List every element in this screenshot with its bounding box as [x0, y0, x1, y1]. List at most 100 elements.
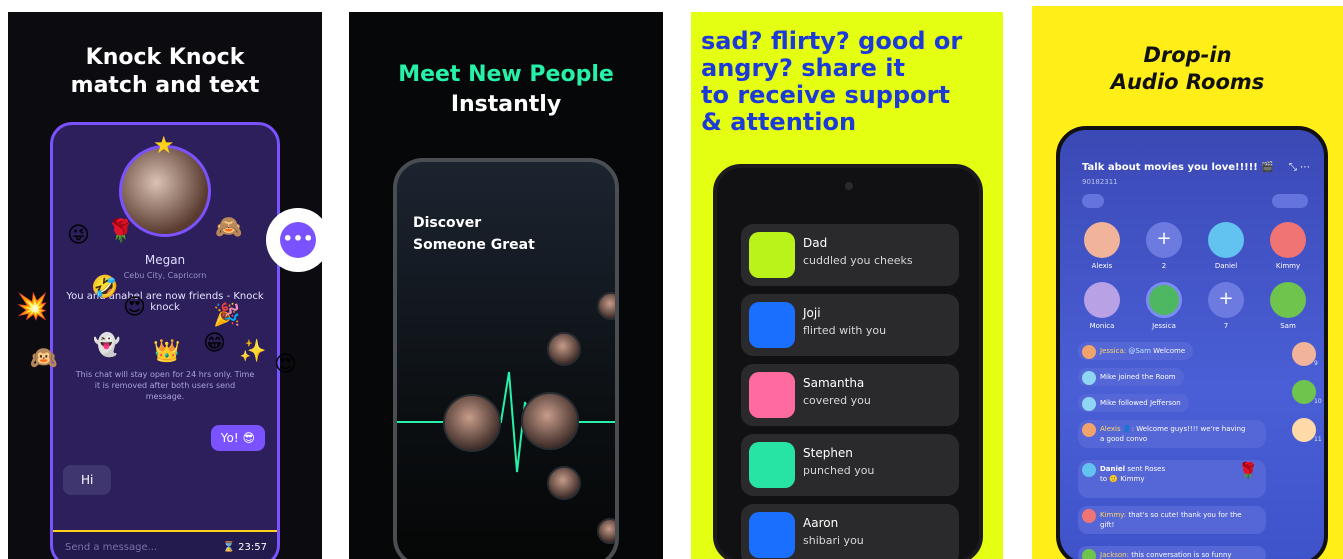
gift-message: Daniel sent Roses to 🙂 Kimmy 🌹: [1078, 460, 1266, 498]
discover-line-2: Someone Great: [413, 237, 535, 253]
chat-info: This chat will stay open for 24 hrs only…: [73, 369, 257, 402]
speaker-name: Jessica: [1152, 322, 1176, 330]
activity-card[interactable]: Joji flirted with you: [741, 294, 959, 356]
message-text: sent Roses: [1127, 465, 1166, 473]
phone-chat-screen: ★ Megan Cebu City, Capricorn You and ana…: [50, 122, 280, 559]
activity-card[interactable]: Stephen punched you: [741, 434, 959, 496]
message-user: Daniel: [1100, 465, 1126, 473]
chat-button[interactable]: •••: [266, 208, 322, 272]
card-name: Aaron: [803, 516, 839, 530]
profile-photo[interactable]: [597, 518, 615, 544]
add-speaker-button[interactable]: +: [1208, 282, 1244, 318]
chat-message: Jessica: @Sam Welcome: [1078, 342, 1194, 360]
activity-card[interactable]: Samantha covered you: [741, 364, 959, 426]
message-text: Welcome: [1153, 347, 1186, 355]
speaker-avatar[interactable]: [1146, 282, 1182, 318]
sent-message-bubble[interactable]: Yo! 😎: [210, 425, 265, 451]
activity-card[interactable]: Aaron shibari you: [741, 504, 959, 559]
avatar: [1082, 423, 1096, 437]
profile-photo[interactable]: [521, 392, 579, 450]
listener-count: 9: [1314, 360, 1318, 367]
discover-line-1: Discover: [413, 215, 482, 231]
avatar: [749, 372, 795, 418]
chat-info-line-2: it is removed after both users send: [94, 381, 236, 390]
avatar: [749, 442, 795, 488]
message-user: Jessica:: [1100, 347, 1127, 355]
discover-title: Discover Someone Great: [413, 212, 535, 256]
avatar: [1082, 397, 1096, 411]
mic-button[interactable]: [1082, 194, 1104, 208]
avatar: [749, 232, 795, 278]
party-icon: 🎉: [213, 303, 241, 328]
message-input[interactable]: Send a message...: [65, 542, 157, 553]
mention-link[interactable]: @Sam: [1128, 347, 1151, 355]
listener-count: 11: [1314, 436, 1322, 443]
message-text: Mike joined the Room: [1100, 373, 1176, 381]
card-action: punched you: [803, 464, 875, 477]
speaker-avatar[interactable]: [1208, 222, 1244, 258]
card-name: Joji: [803, 306, 821, 320]
speaker-name: 7: [1223, 322, 1229, 330]
listener-count: 10: [1314, 398, 1322, 405]
phone-audio-room-screen: Talk about movies you love!!!!! 🎬 901823…: [1056, 126, 1328, 559]
headline-line-2: Audio Rooms: [1110, 70, 1265, 94]
headline-line-2: Instantly: [450, 92, 562, 117]
speaker-avatar[interactable]: [1084, 282, 1120, 318]
avatar: [1082, 463, 1096, 477]
headline-line-3: to receive support: [701, 81, 950, 109]
message-text: this conversation is so funny: [1131, 551, 1232, 559]
listener-avatar[interactable]: [1292, 418, 1316, 442]
listeners-badge[interactable]: [1272, 194, 1308, 208]
card-name: Dad: [803, 236, 828, 250]
phone-discover-screen: Discover Someone Great: [393, 158, 619, 559]
speaker-name: 2: [1161, 262, 1167, 270]
add-speaker-button[interactable]: +: [1146, 222, 1182, 258]
panel-meet-new-people: Meet New People Instantly Discover Someo…: [349, 12, 663, 559]
profile-photo[interactable]: [547, 332, 581, 366]
message-input-bar[interactable]: Send a message... ⌛ 23:57: [53, 530, 277, 559]
match-location: Cebu City, Capricorn: [123, 271, 207, 280]
headline-line-1: Knock Knock: [85, 45, 245, 70]
speaker-name: Alexis: [1091, 262, 1113, 270]
message-user: Kimmy:: [1100, 511, 1127, 519]
avatar: [749, 512, 795, 558]
rose-icon: 🌹: [1238, 461, 1258, 480]
headline: Drop-in Audio Rooms: [1032, 42, 1343, 96]
chat-message: Alexis 👤: Welcome guys!!!! we're having …: [1078, 420, 1266, 448]
heartbeat-line: [397, 371, 615, 473]
profile-photo[interactable]: [547, 466, 581, 500]
headline-line-2: match and text: [70, 73, 260, 98]
message-text-line-2: a good convo: [1100, 435, 1148, 443]
more-icon[interactable]: ⤡ ⋯: [1289, 162, 1310, 173]
message-text: Mike followed Jefferson: [1100, 399, 1181, 407]
sparkle-icon: ✨: [239, 339, 267, 364]
profile-photo[interactable]: [597, 292, 615, 320]
avatar: [749, 302, 795, 348]
avatar: [1082, 371, 1096, 385]
speaker-name: Monica: [1089, 322, 1115, 330]
received-message-bubble[interactable]: Hi: [63, 465, 112, 495]
headline-line-2: angry? share it: [701, 54, 905, 82]
profile-photo[interactable]: [443, 394, 501, 452]
chat-info-line-1: This chat will stay open for 24 hrs only…: [75, 370, 255, 379]
monkey-icon: 🙉: [30, 346, 58, 371]
message-text: Welcome guys!!!! we're having: [1136, 425, 1246, 433]
message-text: that's so cute! thank you for the: [1128, 511, 1242, 519]
speaker-avatar[interactable]: [1270, 282, 1306, 318]
headline-line-4: & attention: [701, 108, 857, 136]
panel-audio-rooms: Drop-in Audio Rooms Talk about movies yo…: [1032, 6, 1343, 559]
speaker-name: Kimmy: [1275, 262, 1301, 270]
listener-avatar[interactable]: [1292, 380, 1316, 404]
ghost-icon: 👻: [93, 333, 121, 358]
headline: Meet New People Instantly: [349, 60, 663, 120]
card-name: Samantha: [803, 376, 865, 390]
headline: sad? flirty? good or angry? share it to …: [701, 28, 1003, 136]
card-action: covered you: [803, 394, 871, 407]
match-name: Megan: [144, 253, 186, 267]
listener-avatar[interactable]: [1292, 342, 1316, 366]
activity-card[interactable]: Dad cuddled you cheeks: [741, 224, 959, 286]
speaker-avatar[interactable]: [1270, 222, 1306, 258]
speaker-avatar[interactable]: [1084, 222, 1120, 258]
rose-icon: 🌹: [107, 219, 135, 244]
crown-icon: 👑: [153, 339, 181, 364]
